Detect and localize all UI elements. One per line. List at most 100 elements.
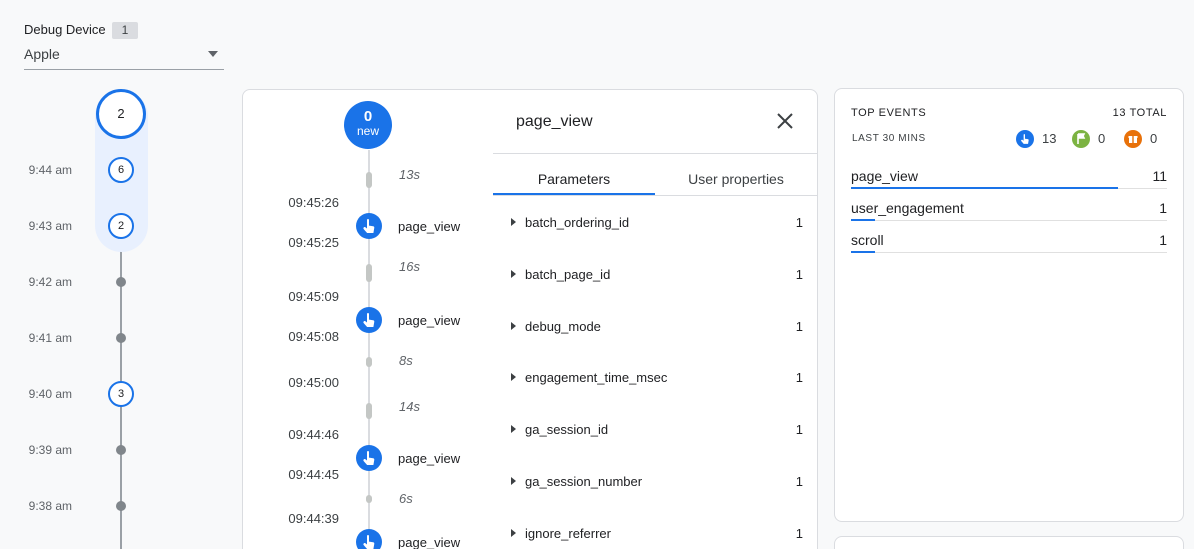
minute-time: 9:41 am [28,331,72,345]
tab-user-properties[interactable]: User properties [655,171,817,187]
event-timestamp: 09:45:09 [288,289,339,304]
top-events-card: TOP EVENTS 13 TOTAL LAST 30 MINS 13 0 0 … [834,88,1184,522]
event-timestamp: 09:45:08 [288,329,339,344]
event-name[interactable]: page_view [398,219,460,234]
debug-device-label: Debug Device [24,22,106,37]
event-timestamp: 09:44:46 [288,427,339,442]
parameter-value: 1 [795,370,803,385]
top-event-bar [851,219,875,221]
top-event-bar [851,187,1118,189]
debug-device-count-badge: 1 [112,22,138,39]
error-count: 0 [1150,131,1158,146]
parameter-value: 1 [795,474,803,489]
event-icon[interactable] [356,529,382,549]
event-icon[interactable] [356,307,382,333]
minute-time: 9:38 am [28,499,72,513]
top-event-bar [851,251,875,253]
top-event-name: scroll [851,232,884,248]
tab-parameters[interactable]: Parameters [493,171,655,187]
expand-caret-icon [511,373,516,381]
minute-time: 9:43 am [28,219,72,233]
top-event-count: 1 [1159,232,1167,248]
new-events-label: new [356,124,379,138]
event-stream-card: 0 new 13s 09:45:26 page_view 09:45:25 1 6… [242,89,818,549]
minute-time: 9:40 am [28,387,72,401]
parameter-row[interactable]: debug_mode 1 [511,319,803,339]
event-icon[interactable] [356,213,382,239]
top-event-name: page_view [851,168,918,184]
debug-device-select[interactable]: Apple [24,44,224,70]
event-timestamp: 09:45:25 [288,235,339,250]
top-event-count: 11 [1152,168,1167,184]
event-timestamp: 09:44:45 [288,467,339,482]
conversion-count: 0 [1098,131,1106,146]
event-name[interactable]: page_view [398,451,460,466]
top-events-title: TOP EVENTS [851,107,927,119]
event-timestamp: 09:45:00 [288,375,339,390]
new-events-count: 0 [363,108,373,125]
close-icon [777,113,793,129]
minute-bubble[interactable]: 2 [108,213,134,239]
minute-time: 9:42 am [28,275,72,289]
minute-bubble[interactable]: 6 [108,157,134,183]
parameter-row[interactable]: batch_ordering_id 1 [511,215,803,235]
minute-bubble[interactable]: 3 [108,381,134,407]
flag-icon [1072,130,1090,148]
top-event-track [851,220,1167,221]
parameter-row[interactable]: engagement_time_msec 1 [511,370,803,390]
top-event-row[interactable]: scroll 1 [851,232,1167,256]
expand-caret-icon [511,270,516,278]
touch-icon [363,313,375,327]
close-button[interactable] [774,110,796,132]
minute-time: 9:39 am [28,443,72,457]
detail-divider [493,153,817,154]
touch-icon [363,219,375,233]
parameter-name: debug_mode [525,319,601,334]
parameter-name: ignore_referrer [525,526,611,541]
expand-caret-icon [511,529,516,537]
minute-dot[interactable] [116,445,126,455]
top-event-row[interactable]: page_view 11 [851,168,1167,192]
debug-device-selected-value: Apple [24,46,60,62]
minute-dot[interactable] [116,501,126,511]
parameter-row[interactable]: ga_session_id 1 [511,422,803,442]
gap-label: 13s [399,167,420,182]
gap-label: 8s [399,353,413,368]
parameter-value: 1 [795,215,803,230]
gap-segment [366,495,372,503]
parameter-row[interactable]: ga_session_number 1 [511,474,803,494]
minute-dot[interactable] [116,333,126,343]
minute-dot[interactable] [116,277,126,287]
event-name[interactable]: page_view [398,313,460,328]
parameter-value: 1 [795,526,803,541]
current-minute-bubble[interactable]: 2 [96,89,146,139]
event-icon[interactable] [356,445,382,471]
gap-segment [366,172,372,188]
touch-icon [363,535,375,549]
top-event-row[interactable]: user_engagement 1 [851,200,1167,224]
parameter-value: 1 [795,267,803,282]
expand-caret-icon [511,218,516,226]
event-name[interactable]: page_view [398,535,460,549]
parameter-row[interactable]: ignore_referrer 1 [511,526,803,546]
gap-segment [366,403,372,419]
top-event-name: user_engagement [851,200,964,216]
parameter-value: 1 [795,422,803,437]
top-events-period: LAST 30 MINS [852,133,926,144]
event-type-count: 13 [1042,131,1057,146]
parameter-row[interactable]: batch_page_id 1 [511,267,803,287]
expand-caret-icon [511,477,516,485]
dropdown-caret-icon [208,51,218,57]
parameter-name: ga_session_id [525,422,609,437]
seconds-timeline-line [368,150,370,549]
tabs-divider [493,195,817,196]
new-events-bubble[interactable]: 0 new [344,101,392,149]
secondary-card [834,536,1184,549]
gap-segment [366,264,372,282]
top-event-count: 1 [1159,200,1167,216]
gap-label: 6s [399,491,413,506]
event-timestamp: 09:45:26 [288,195,339,210]
parameter-name: engagement_time_msec [525,370,668,385]
gift-icon [1124,130,1142,148]
minute-time: 9:44 am [28,163,72,177]
